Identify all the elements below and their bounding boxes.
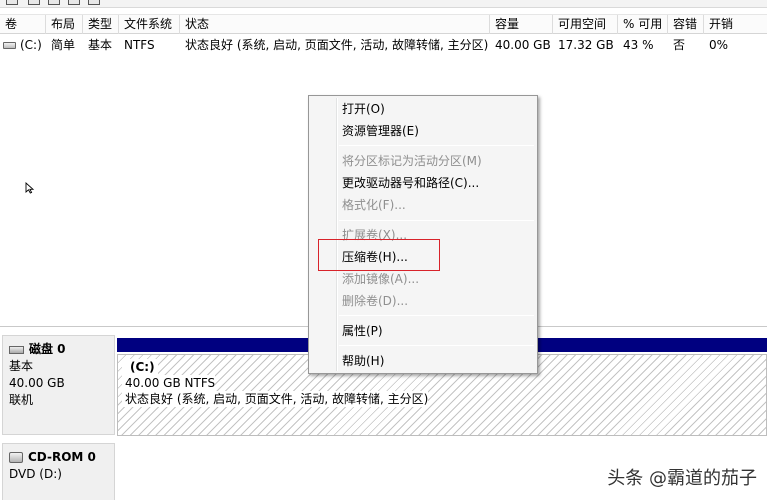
toolbar-icon[interactable] xyxy=(28,0,40,5)
overhead-cell: 0% xyxy=(709,38,729,52)
column-header-filesystem[interactable]: 文件系统 xyxy=(119,15,180,34)
type-cell: 基本 xyxy=(88,38,113,52)
context-menu: 打开(O) 资源管理器(E) 将分区标记为活动分区(M) 更改驱动器号和路径(C… xyxy=(308,95,538,374)
menu-item-add-mirror[interactable]: 添加镜像(A)... xyxy=(342,269,419,289)
toolbar xyxy=(0,0,767,8)
partition-c-status: 状态良好 (系统, 启动, 页面文件, 活动, 故障转储, 主分区) xyxy=(122,391,429,407)
column-header-type[interactable]: 类型 xyxy=(83,15,119,34)
menu-item-delete-volume[interactable]: 删除卷(D)... xyxy=(342,291,408,311)
menu-separator xyxy=(339,145,534,146)
menu-item-mark-active[interactable]: 将分区标记为活动分区(M) xyxy=(342,151,482,171)
cdrom-0-info[interactable]: CD-ROM 0 DVD (D:) xyxy=(2,443,115,500)
menu-item-open[interactable]: 打开(O) xyxy=(342,99,385,119)
percent-free-cell: 43 % xyxy=(623,38,654,52)
watermark: 头条 @霸道的茄子 xyxy=(607,468,757,489)
disk-0-size: 40.00 GB xyxy=(9,376,65,390)
filesystem-cell: NTFS xyxy=(124,38,155,52)
menu-separator xyxy=(339,315,534,316)
partition-c-label: (C:) xyxy=(122,359,158,375)
column-header-layout[interactable]: 布局 xyxy=(46,15,83,34)
menu-item-properties[interactable]: 属性(P) xyxy=(342,321,383,341)
column-header-overhead[interactable]: 开销 xyxy=(704,15,767,34)
drive-icon xyxy=(3,42,16,49)
disk-0-title-text: 磁盘 0 xyxy=(29,342,66,356)
column-header-free-space[interactable]: 可用空间 xyxy=(553,15,618,34)
free-space-cell: 17.32 GB xyxy=(558,38,614,52)
disk-0-info[interactable]: 磁盘 0 基本 40.00 GB 联机 xyxy=(2,335,115,435)
column-header-percent-free[interactable]: % 可用 xyxy=(618,15,668,34)
disk-0-type: 基本 xyxy=(9,359,34,373)
menu-separator xyxy=(339,220,534,221)
partition-c-size: 40.00 GB NTFS xyxy=(122,375,216,391)
cdrom-0-title: CD-ROM 0 xyxy=(9,448,108,466)
menu-item-help[interactable]: 帮助(H) xyxy=(342,351,384,371)
highlight-box xyxy=(318,239,440,271)
menu-item-explore[interactable]: 资源管理器(E) xyxy=(342,121,419,141)
cdrom-0-type: DVD (D:) xyxy=(9,467,62,481)
cdrom-icon xyxy=(9,452,23,463)
volume-cell: (C:) xyxy=(0,36,46,54)
disk-icon xyxy=(9,345,24,354)
column-header-row: 卷 布局 类型 文件系统 状态 容量 可用空间 % 可用 容错 开销 xyxy=(0,14,767,34)
partition-c-size-row: 40.00 GB NTFS xyxy=(122,375,762,391)
capacity-cell: 40.00 GB xyxy=(495,38,551,52)
layout-cell: 简单 xyxy=(51,38,76,52)
toolbar-icon[interactable] xyxy=(88,0,100,5)
toolbar-icon[interactable] xyxy=(6,0,18,5)
toolbar-icon[interactable] xyxy=(68,0,80,5)
cdrom-0-title-text: CD-ROM 0 xyxy=(28,450,96,464)
toolbar-icon[interactable] xyxy=(48,0,60,5)
mouse-cursor-icon xyxy=(25,182,35,194)
column-header-status[interactable]: 状态 xyxy=(180,15,490,34)
column-header-volume[interactable]: 卷 xyxy=(0,15,46,34)
volume-name: (C:) xyxy=(20,38,42,52)
disk-0-state: 联机 xyxy=(9,393,34,407)
disk-0-title: 磁盘 0 xyxy=(9,340,108,358)
column-header-fault-tolerance[interactable]: 容错 xyxy=(668,15,704,34)
partition-c-status-row: 状态良好 (系统, 启动, 页面文件, 活动, 故障转储, 主分区) xyxy=(122,391,762,407)
menu-item-change-drive-letter[interactable]: 更改驱动器号和路径(C)... xyxy=(342,173,479,193)
column-header-capacity[interactable]: 容量 xyxy=(490,15,553,34)
status-cell: 状态良好 (系统, 启动, 页面文件, 活动, 故障转储, 主分区) xyxy=(185,38,489,52)
menu-item-format[interactable]: 格式化(F)... xyxy=(342,195,406,215)
table-row[interactable]: (C:) 简单 基本 NTFS 状态良好 (系统, 启动, 页面文件, 活动, … xyxy=(0,36,767,54)
fault-tolerance-cell: 否 xyxy=(673,38,686,52)
menu-separator xyxy=(339,345,534,346)
